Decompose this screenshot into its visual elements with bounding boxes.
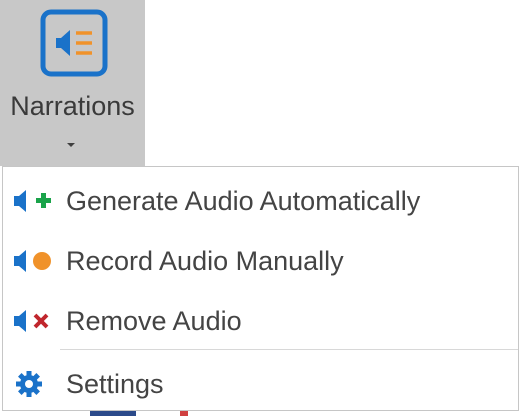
menu-item-settings[interactable]: Settings — [3, 355, 518, 413]
dropdown-caret-icon — [67, 143, 75, 147]
menu-item-label: Remove Audio — [66, 306, 242, 336]
speaker-record-icon — [14, 250, 51, 272]
gear-icon — [16, 371, 42, 397]
menu-item-label: Generate Audio Automatically — [66, 186, 421, 216]
speaker-remove-icon — [14, 310, 49, 332]
background-fragment — [90, 411, 136, 416]
menu-item-remove-audio[interactable]: Remove Audio — [3, 292, 518, 350]
narrations-label: Narrations — [10, 91, 135, 121]
menu-item-generate-audio[interactable]: Generate Audio Automatically — [3, 172, 518, 230]
speaker-list-icon — [40, 9, 108, 77]
narrations-dropdown-menu: Generate Audio Automatically Record Audi… — [2, 166, 519, 411]
menu-separator — [60, 349, 518, 350]
menu-item-record-audio[interactable]: Record Audio Manually — [3, 232, 518, 290]
narrations-ribbon-button[interactable]: Narrations — [0, 0, 145, 166]
speaker-plus-icon — [14, 190, 51, 212]
menu-item-label: Record Audio Manually — [66, 246, 344, 276]
menu-item-label: Settings — [66, 369, 164, 399]
background-fragment — [180, 411, 188, 416]
